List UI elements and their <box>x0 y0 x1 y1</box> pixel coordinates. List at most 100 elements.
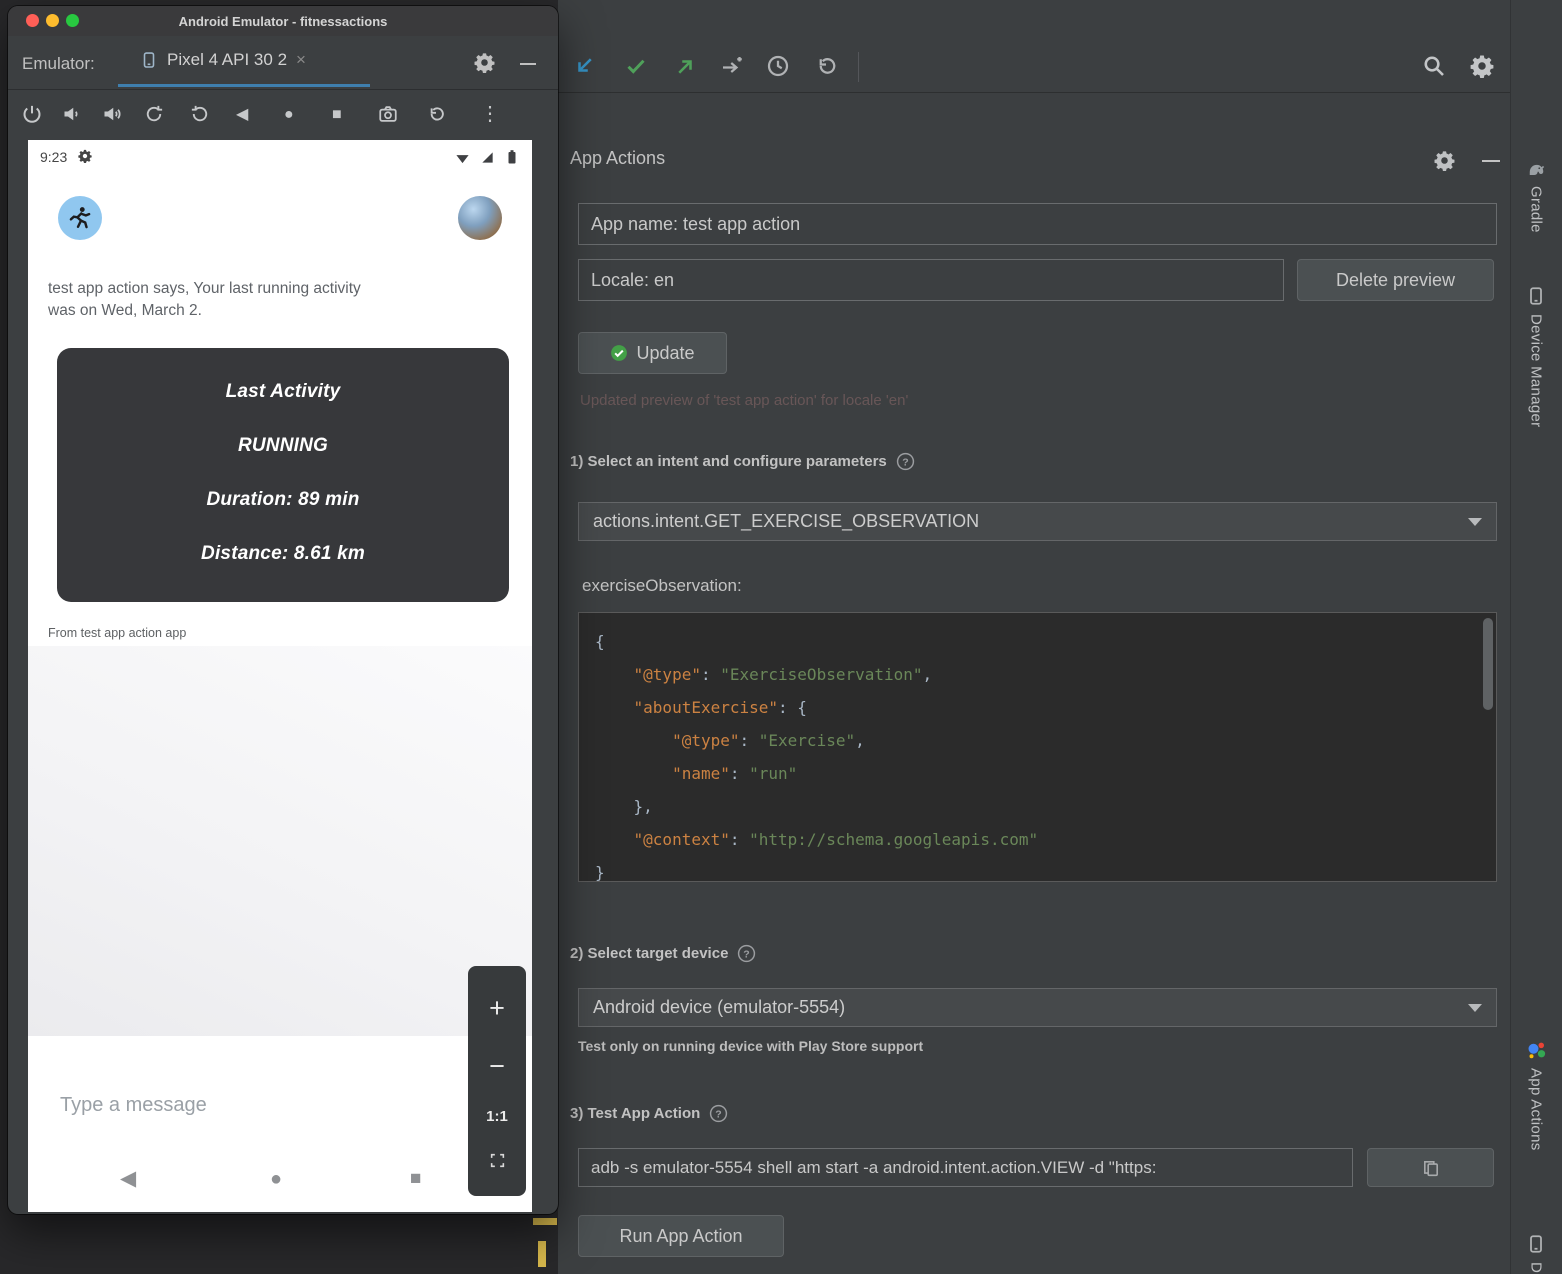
home-icon[interactable]: ● <box>284 107 294 123</box>
zoom-fit-icon[interactable] <box>489 1152 506 1169</box>
device-help-icon[interactable] <box>737 944 756 963</box>
tool-tab-app-actions[interactable]: App Actions <box>1514 1040 1558 1151</box>
snapshot-icon[interactable] <box>426 104 446 124</box>
undo-icon[interactable] <box>814 54 838 78</box>
code-scrollbar[interactable] <box>1483 618 1493 710</box>
nav-recents-icon[interactable]: ■ <box>410 1169 421 1188</box>
device-dropdown[interactable]: Android device (emulator-5554) <box>578 988 1497 1027</box>
assistant-message: test app action says, Your last running … <box>48 278 361 322</box>
overview-icon[interactable]: ■ <box>332 107 342 123</box>
tool-tab-label: Device Manager <box>1528 314 1545 427</box>
active-tab-underline <box>118 84 370 87</box>
param-label: exerciseObservation: <box>582 576 742 596</box>
volume-down-icon[interactable] <box>62 104 82 124</box>
device-dropdown-value: Android device (emulator-5554) <box>593 997 845 1018</box>
intent-help-icon[interactable] <box>896 452 915 471</box>
power-icon[interactable] <box>22 104 42 124</box>
settings-gear-icon[interactable] <box>1470 54 1494 78</box>
card-line: Last Activity <box>226 382 341 402</box>
emulator-settings-gear-icon[interactable] <box>474 52 495 73</box>
device-tab-label: Pixel 4 API 30 2 <box>167 50 287 70</box>
device-manager-icon <box>1526 286 1546 306</box>
delete-preview-button[interactable]: Delete preview <box>1297 259 1494 301</box>
update-button-label: Update <box>636 343 694 364</box>
zoom-panel: + − 1:1 <box>468 966 526 1196</box>
tool-tab-device-manager[interactable]: Device Manager <box>1514 286 1558 427</box>
check-icon[interactable] <box>624 54 648 78</box>
tool-tab-gradle[interactable]: Gradle <box>1514 158 1558 233</box>
phone-tab-icon <box>140 51 158 69</box>
code-line: "aboutExercise": { <box>595 691 1480 724</box>
code-line: { <box>595 625 1480 658</box>
activity-card: Last Activity RUNNING Duration: 89 min D… <box>57 348 509 602</box>
update-button[interactable]: Update <box>578 332 727 374</box>
nav-back-icon[interactable]: ◀ <box>120 1168 136 1189</box>
code-line: "@type": "Exercise", <box>595 724 1480 757</box>
copy-icon <box>1422 1159 1440 1177</box>
device-tab[interactable]: Pixel 4 API 30 2 × <box>140 50 306 70</box>
chat-canvas <box>28 646 532 1036</box>
wifi-icon <box>455 150 470 165</box>
assistant-avatar <box>58 196 102 240</box>
copy-button[interactable] <box>1367 1148 1494 1187</box>
toolbar-separator <box>858 52 859 82</box>
search-icon[interactable] <box>1422 54 1446 78</box>
assistant-message-line2: was on Wed, March 2. <box>48 300 361 322</box>
window-titlebar: Android Emulator - fitnessactions <box>8 6 558 36</box>
code-line: }, <box>595 790 1480 823</box>
volume-up-icon[interactable] <box>102 104 122 124</box>
locale-input[interactable]: Locale: en <box>578 259 1284 301</box>
code-line: "@type": "ExerciseObservation", <box>595 658 1480 691</box>
editor-mark <box>538 1241 546 1267</box>
device-hint: Test only on running device with Play St… <box>578 1038 923 1054</box>
screenshot-icon[interactable] <box>378 104 398 124</box>
runner-icon <box>67 205 93 231</box>
intent-dropdown-value: actions.intent.GET_EXERCISE_OBSERVATION <box>593 511 979 532</box>
zoom-out-button[interactable]: − <box>489 1051 505 1082</box>
step1-label-text: 1) Select an intent and configure parame… <box>570 453 887 470</box>
gradle-icon <box>1526 158 1546 178</box>
intent-dropdown[interactable]: actions.intent.GET_EXERCISE_OBSERVATION <box>578 502 1497 541</box>
step3-label-text: 3) Test App Action <box>570 1105 700 1122</box>
zoom-ratio-button[interactable]: 1:1 <box>486 1108 508 1125</box>
history-clock-icon[interactable] <box>766 54 790 78</box>
step2-label: 2) Select target device <box>570 944 756 963</box>
card-line: Duration: 89 min <box>206 490 359 510</box>
tool-tab-bottom[interactable]: D <box>1514 1234 1558 1273</box>
step1-label: 1) Select an intent and configure parame… <box>570 452 915 471</box>
code-lines: { "@type": "ExerciseObservation", "about… <box>595 625 1480 882</box>
zoom-in-button[interactable]: + <box>489 993 505 1024</box>
emulator-toolbar <box>8 90 558 138</box>
emulator-label: Emulator: <box>22 54 95 74</box>
battery-icon <box>504 149 520 165</box>
rotate-right-icon[interactable] <box>190 104 210 124</box>
tool-tab-label: App Actions <box>1528 1068 1545 1151</box>
step-icon[interactable] <box>720 54 744 78</box>
arrow-down-left-icon[interactable] <box>572 54 596 78</box>
run-app-action-button[interactable]: Run App Action <box>578 1215 784 1257</box>
code-line: "name": "run" <box>595 757 1480 790</box>
emulator-minimize-icon[interactable] <box>520 63 536 65</box>
card-line: Distance: 8.61 km <box>201 544 365 564</box>
command-input[interactable]: adb -s emulator-5554 shell am start -a a… <box>578 1148 1353 1187</box>
message-input[interactable]: Type a message <box>60 1094 207 1117</box>
arrow-up-right-icon[interactable] <box>674 54 698 78</box>
tab-close-icon[interactable]: × <box>296 50 306 70</box>
editor-mark <box>533 1218 557 1225</box>
update-status-message: Updated preview of 'test app action' for… <box>580 392 908 409</box>
json-code-box[interactable]: { "@type": "ExerciseObservation", "about… <box>578 612 1497 882</box>
zoom-button[interactable] <box>66 14 79 27</box>
close-button[interactable] <box>26 14 39 27</box>
panel-settings-gear-icon[interactable] <box>1434 150 1455 171</box>
test-help-icon[interactable] <box>709 1104 728 1123</box>
cellular-icon <box>480 150 495 165</box>
nav-home-icon[interactable]: ● <box>270 1169 282 1189</box>
rotate-left-icon[interactable] <box>144 104 164 124</box>
step3-label: 3) Test App Action <box>570 1104 728 1123</box>
panel-minimize-icon[interactable] <box>1482 160 1500 162</box>
back-icon[interactable]: ◀ <box>236 107 248 123</box>
more-icon[interactable]: ⋮ <box>480 104 500 124</box>
chevron-down-icon <box>1468 518 1482 526</box>
minimize-button[interactable] <box>46 14 59 27</box>
app-name-input[interactable]: App name: test app action <box>578 203 1497 245</box>
